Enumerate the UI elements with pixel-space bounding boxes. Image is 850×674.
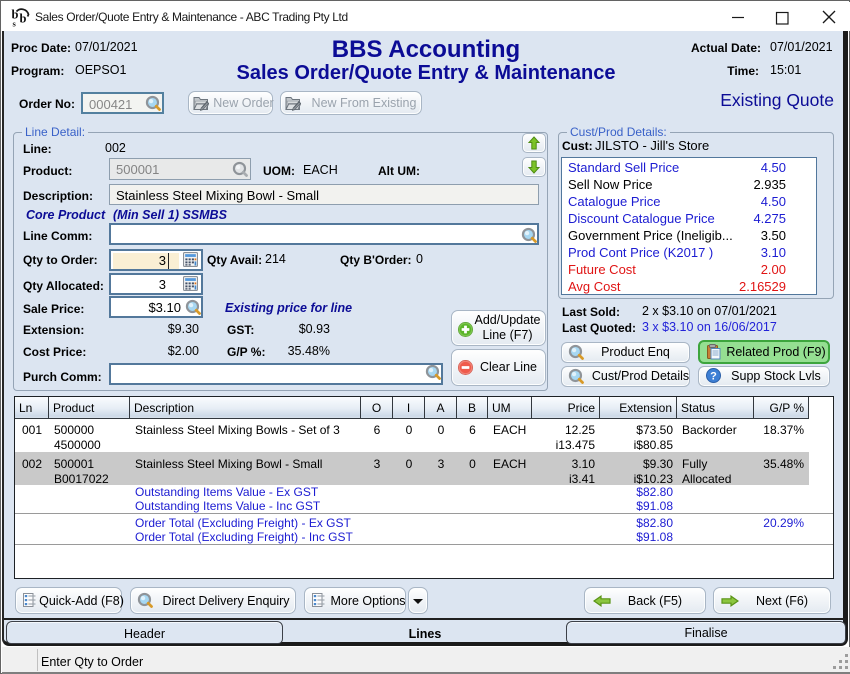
svg-text:b: b [20, 12, 27, 26]
